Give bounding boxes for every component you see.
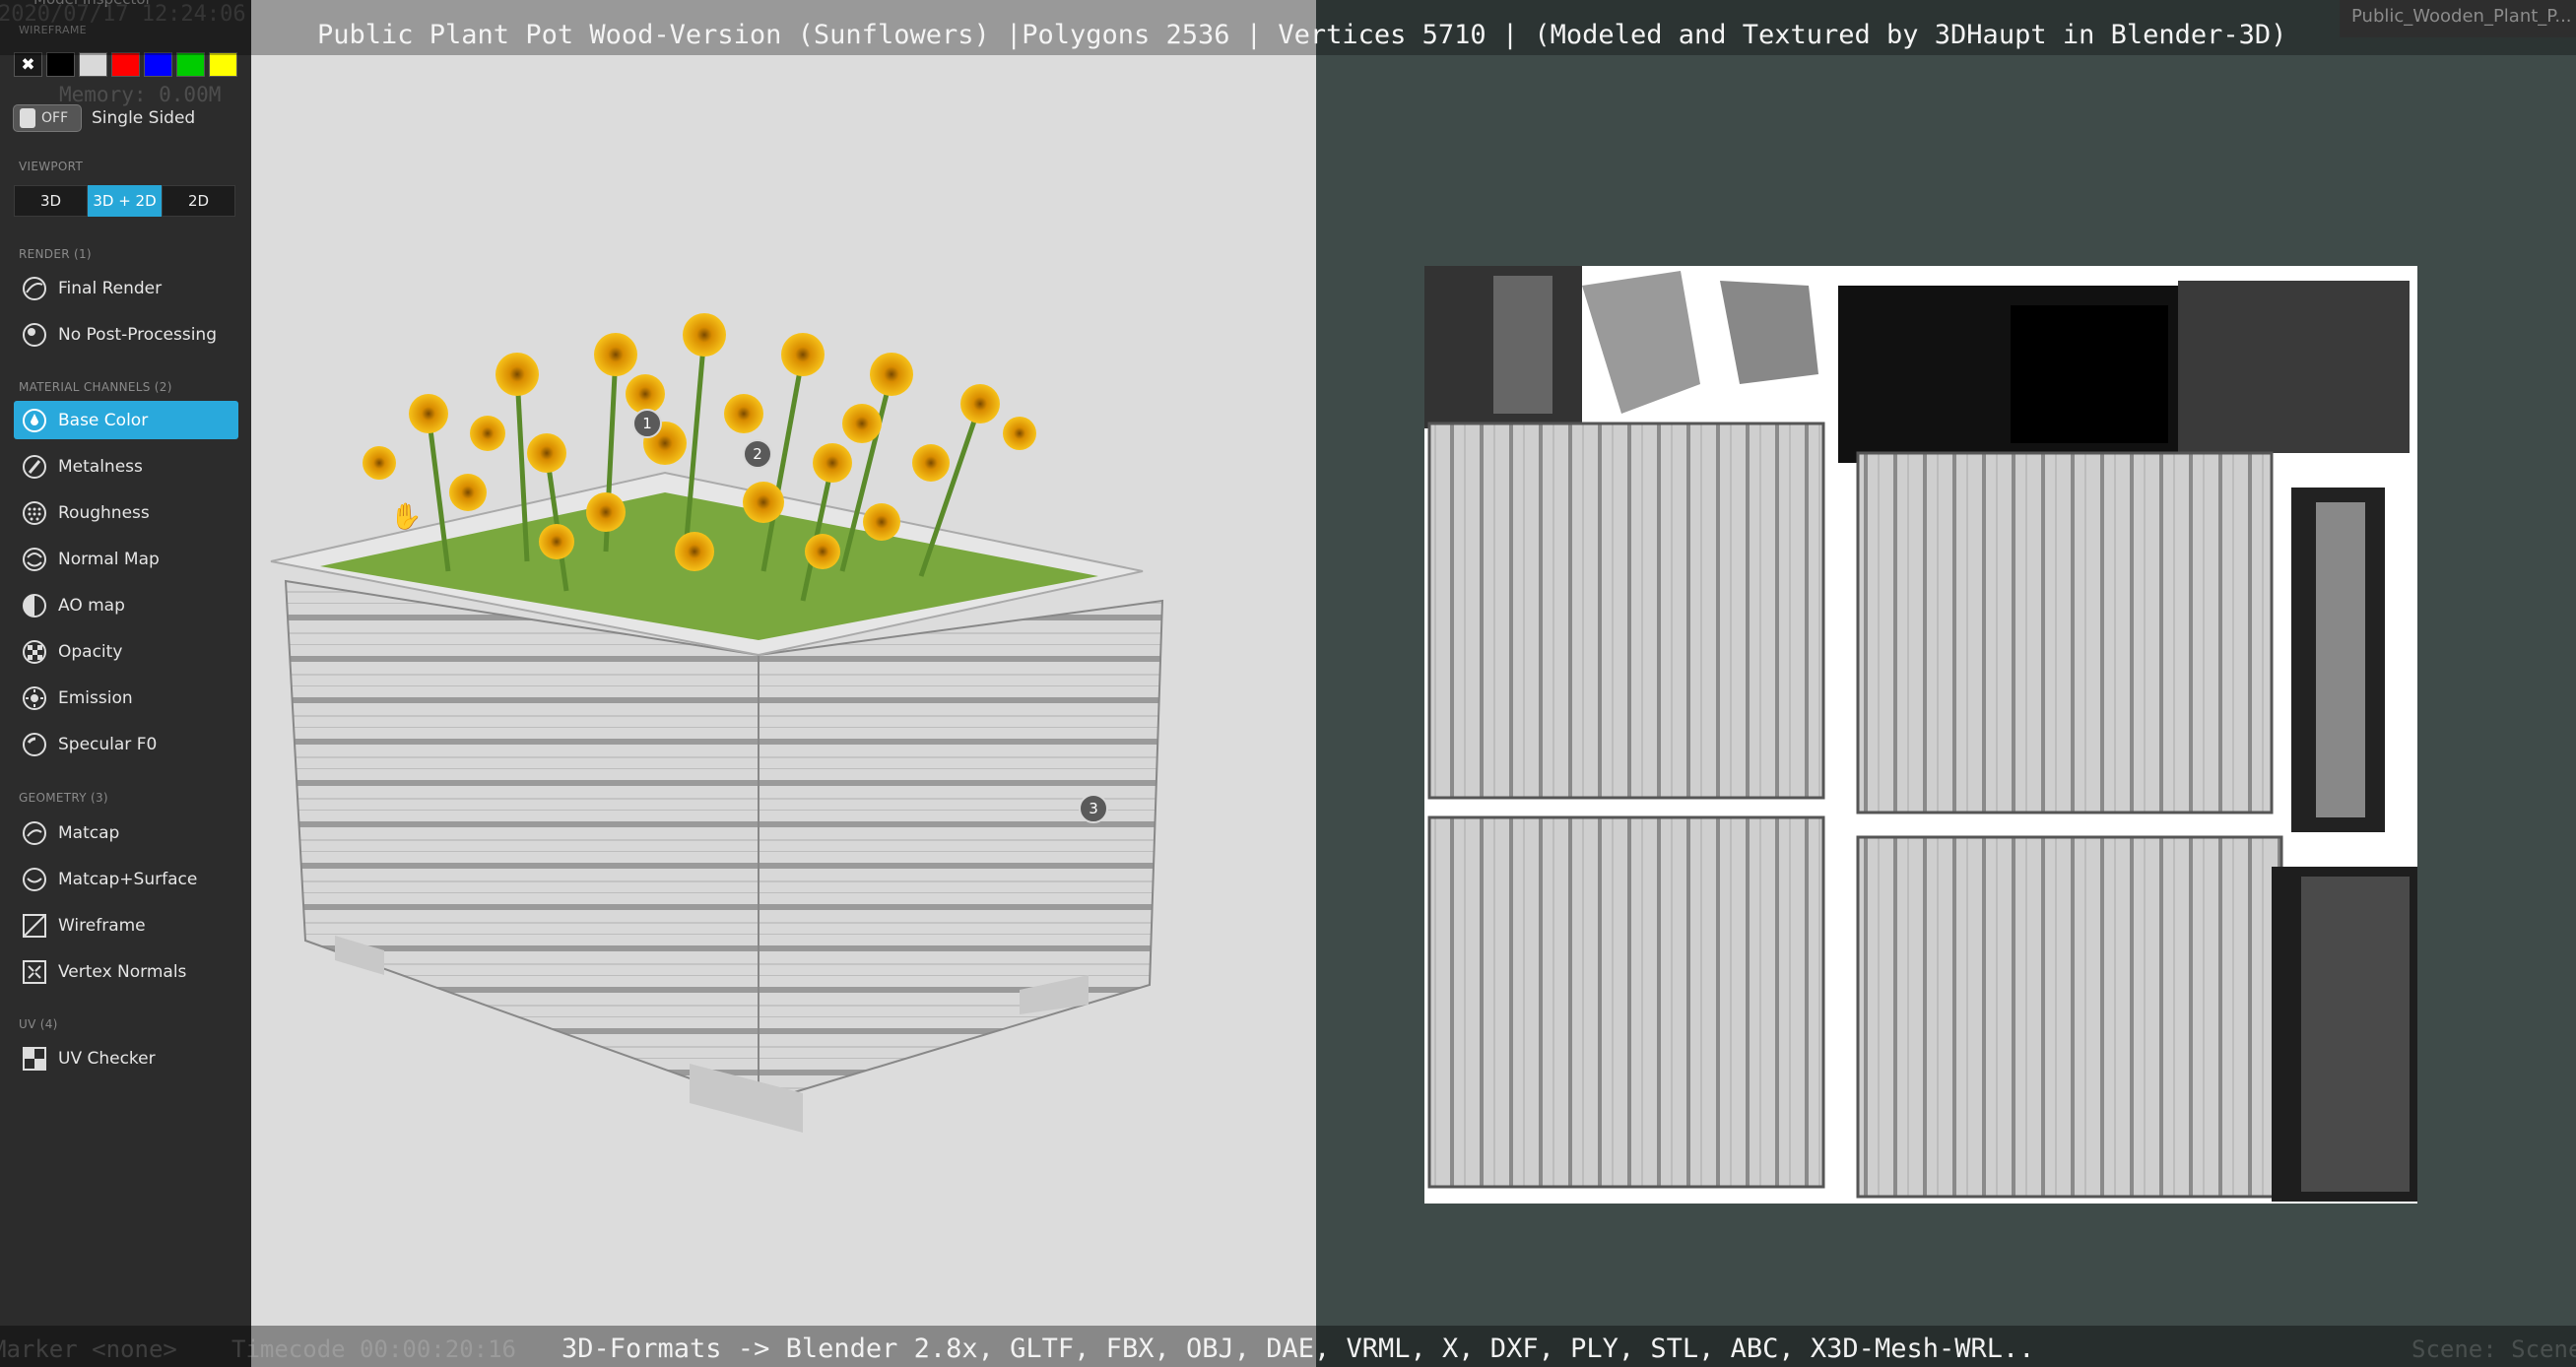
menu-label: Emission [58,687,133,708]
material-channels-label: MATERIAL CHANNELS (2) [19,380,172,394]
menu-label: Wireframe [58,915,146,936]
single-sided-label: Single Sided [92,108,196,128]
viewport-3d-button[interactable]: 3D [14,185,88,217]
menu-uv-checker[interactable]: UV Checker [14,1039,238,1077]
menu-emission[interactable]: Emission [14,679,238,717]
post-processing-icon [20,320,49,350]
menu-label: Base Color [58,410,149,430]
roughness-icon [20,498,49,528]
model-title: Public Plant Pot Wood-Version (Sunflower… [317,20,2287,50]
hand-cursor-icon: ✋ [390,502,423,532]
hud-memory: Memory: 0.00M [59,83,222,106]
single-sided-row: OFF Single Sided [13,104,195,132]
vertex-normals-icon [20,957,49,987]
viewport-3d2d-button[interactable]: 3D + 2D [88,185,162,217]
menu-no-post-processing[interactable]: No Post-Processing [14,315,238,354]
matcap-surface-icon [20,865,49,894]
annotation-marker-1[interactable]: 1 [632,409,662,438]
menu-normal-map[interactable]: Normal Map [14,540,238,578]
specular-icon [20,730,49,759]
swatch-black[interactable] [46,52,75,77]
swatch-none[interactable]: ✖ [14,52,42,77]
menu-label: Normal Map [58,549,160,569]
ao-map-icon [20,591,49,620]
menu-label: Specular F0 [58,734,158,754]
wireframe-color-swatches: ✖ [14,52,237,77]
swatch-red[interactable] [111,52,140,77]
menu-label: Opacity [58,641,123,662]
menu-ao-map[interactable]: AO map [14,586,238,624]
menu-roughness[interactable]: Roughness [14,493,238,532]
menu-final-render[interactable]: Final Render [14,269,238,307]
menu-label: Metalness [58,456,143,477]
swatch-blue[interactable] [144,52,172,77]
viewport-2d-button[interactable]: 2D [162,185,235,217]
plant-pot-render [270,313,1164,1133]
toggle-knob [20,108,35,128]
menu-vertex-normals[interactable]: Vertex Normals [14,952,238,991]
menu-label: Vertex Normals [58,961,187,982]
menu-label: AO map [58,595,125,616]
menu-wireframe[interactable]: Wireframe [14,906,238,944]
viewport-section-label: VIEWPORT [19,160,84,173]
render-sphere-icon [20,274,49,303]
wireframe-icon [20,911,49,941]
metalness-icon [20,452,49,482]
swatch-green[interactable] [176,52,205,77]
menu-label: Roughness [58,502,150,523]
render-section-label: RENDER (1) [19,247,92,261]
menu-opacity[interactable]: Opacity [14,632,238,671]
toggle-state: OFF [41,110,69,126]
menu-label: Matcap [58,822,120,843]
uv-section-label: UV (4) [19,1017,58,1031]
normal-map-icon [20,545,49,574]
model-inspector-sidebar: Model Inspector 2020/07/17 12:24:06 Memo… [0,0,251,1367]
menu-base-color[interactable]: Base Color [14,401,238,439]
hud-marker: Marker <none> [0,1335,177,1363]
single-sided-toggle[interactable]: OFF [13,104,82,132]
annotation-marker-2[interactable]: 2 [743,439,772,469]
viewport-3d[interactable]: 1 2 3 [251,0,1316,1367]
file-name-tab[interactable]: Public_Wooden_Plant_P... [2340,0,2576,37]
menu-specular-f0[interactable]: Specular F0 [14,725,238,763]
menu-label: No Post-Processing [58,324,218,345]
menu-matcap-surface[interactable]: Matcap+Surface [14,860,238,898]
viewport-switch: 3D 3D + 2D 2D [14,185,235,217]
menu-metalness[interactable]: Metalness [14,447,238,486]
menu-label: UV Checker [58,1048,156,1069]
uv-checker-icon [20,1044,49,1074]
matcap-icon [20,818,49,848]
geometry-section-label: GEOMETRY (3) [19,791,108,805]
close-icon: ✖ [21,54,35,75]
hud-timecode: Timecode 00:00:20:16 [231,1335,516,1363]
swatch-white[interactable] [79,52,107,77]
swatch-yellow[interactable] [209,52,237,77]
emission-icon [20,684,49,713]
export-formats-text: 3D-Formats -> Blender 2.8x, GLTF, FBX, O… [561,1334,2035,1364]
annotation-marker-3[interactable]: 3 [1079,794,1108,823]
opacity-checker-icon [20,637,49,667]
base-color-texture [1424,266,2417,1204]
menu-label: Final Render [58,278,163,298]
base-color-icon [20,406,49,435]
hud-scene: Scene: Scene [2411,1335,2576,1363]
menu-label: Matcap+Surface [58,869,198,889]
menu-matcap[interactable]: Matcap [14,814,238,852]
